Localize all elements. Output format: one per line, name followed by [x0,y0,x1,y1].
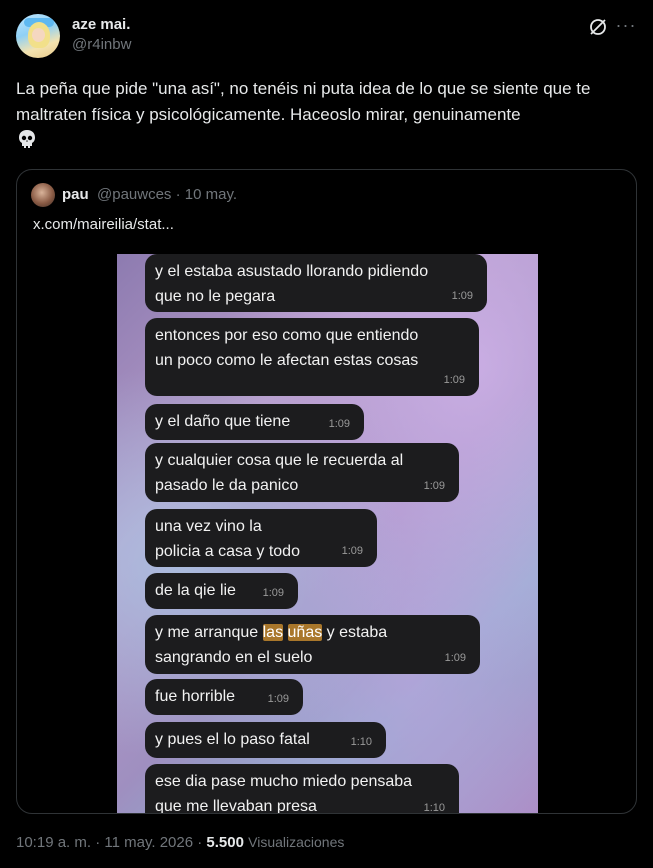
chat-message: entonces por eso como que entiendo un po… [145,318,479,396]
footer-separator: · [95,834,101,851]
message-text: y me arranque [155,624,263,641]
message-time: 1:09 [262,587,284,599]
message-text: y estaba [322,624,388,641]
message-line: y me arranque las uñas y estaba [155,620,470,645]
author-name[interactable]: aze mai. [72,16,130,33]
tweet-text: La peña que pide "una así", no tenéis ni… [16,76,636,158]
message-time: 1:09 [328,418,350,430]
message-line: que me llevaban presa [155,798,317,814]
chat-screenshot[interactable]: y el estaba asustado llorando pidiendo q… [117,254,538,814]
chat-message: una vez vino la policia a casa y todo 1:… [145,509,377,567]
tweet-footer: 10:19 a. m. · 11 may. 2026 · 5.500 Visua… [16,834,344,851]
quote-meta: @pauwces · 10 may. [97,186,237,203]
skull-icon [16,128,38,158]
tweet-date[interactable]: 11 may. 2026 [104,834,193,851]
quote-date: 10 may. [184,186,238,203]
tweet-time[interactable]: 10:19 a. m. [16,834,91,851]
message-time: 1:09 [444,652,466,664]
message-line: entonces por eso como que entiendo [155,327,419,344]
search-highlight: uñas [287,624,323,641]
message-line: policia a casa y todo [155,543,300,560]
footer-separator: · [197,834,203,851]
message-time: 1:09 [423,480,445,492]
message-line: y cualquier cosa que le recuerda al [155,452,404,469]
quote-separator: · [175,186,181,203]
quote-author-handle: @pauwces [97,186,172,203]
chat-message: de la qie lie 1:09 [145,573,298,609]
message-line: ese dia pase mucho miedo pensaba [155,773,413,790]
message-time: 1:10 [350,736,372,748]
chat-message: y cualquier cosa que le recuerda al pasa… [145,443,459,502]
message-line: un poco como le afectan estas cosas [155,352,419,369]
grok-icon[interactable] [587,16,609,38]
tweet-header: aze mai. @r4inbw ··· [16,14,637,64]
quote-author-avatar [31,183,55,207]
chat-message: y el estaba asustado llorando pidiendo q… [145,254,487,312]
chat-message: y pues el lo paso fatal 1:10 [145,722,386,758]
message-time: 1:09 [443,374,465,386]
quote-link[interactable]: x.com/maireilia/stat... [33,216,174,233]
chat-message: fue horrible 1:09 [145,679,303,715]
chat-message: y el daño que tiene 1:09 [145,404,364,440]
views-label: Visualizaciones [248,834,345,850]
message-line: que no le pegara [155,288,276,305]
tweet-text-body: La peña que pide "una así", no tenéis ni… [16,79,596,124]
search-highlight: las [262,624,284,641]
quoted-tweet[interactable]: pau @pauwces · 10 may. x.com/maireilia/s… [16,169,637,814]
author-handle[interactable]: @r4inbw [72,36,131,53]
chat-message: y me arranque las uñas y estaba sangrand… [145,615,480,674]
message-time: 1:09 [267,693,289,705]
message-time: 1:10 [423,802,445,814]
chat-message: ese dia pase mucho miedo pensaba que me … [145,764,459,814]
message-line: pasado le da panico [155,477,299,494]
message-line: una vez vino la [155,518,262,535]
author-avatar[interactable] [16,14,60,58]
more-icon[interactable]: ··· [615,14,637,36]
views-count: 5.500 [206,834,244,851]
message-time: 1:09 [451,290,473,302]
message-line: y el daño que tiene [155,413,291,430]
message-line: y pues el lo paso fatal [155,731,310,748]
message-line: y el estaba asustado llorando pidiendo [155,263,429,280]
message-time: 1:09 [341,545,363,557]
quote-author-name: pau [62,186,89,203]
message-line: sangrando en el suelo [155,649,313,666]
